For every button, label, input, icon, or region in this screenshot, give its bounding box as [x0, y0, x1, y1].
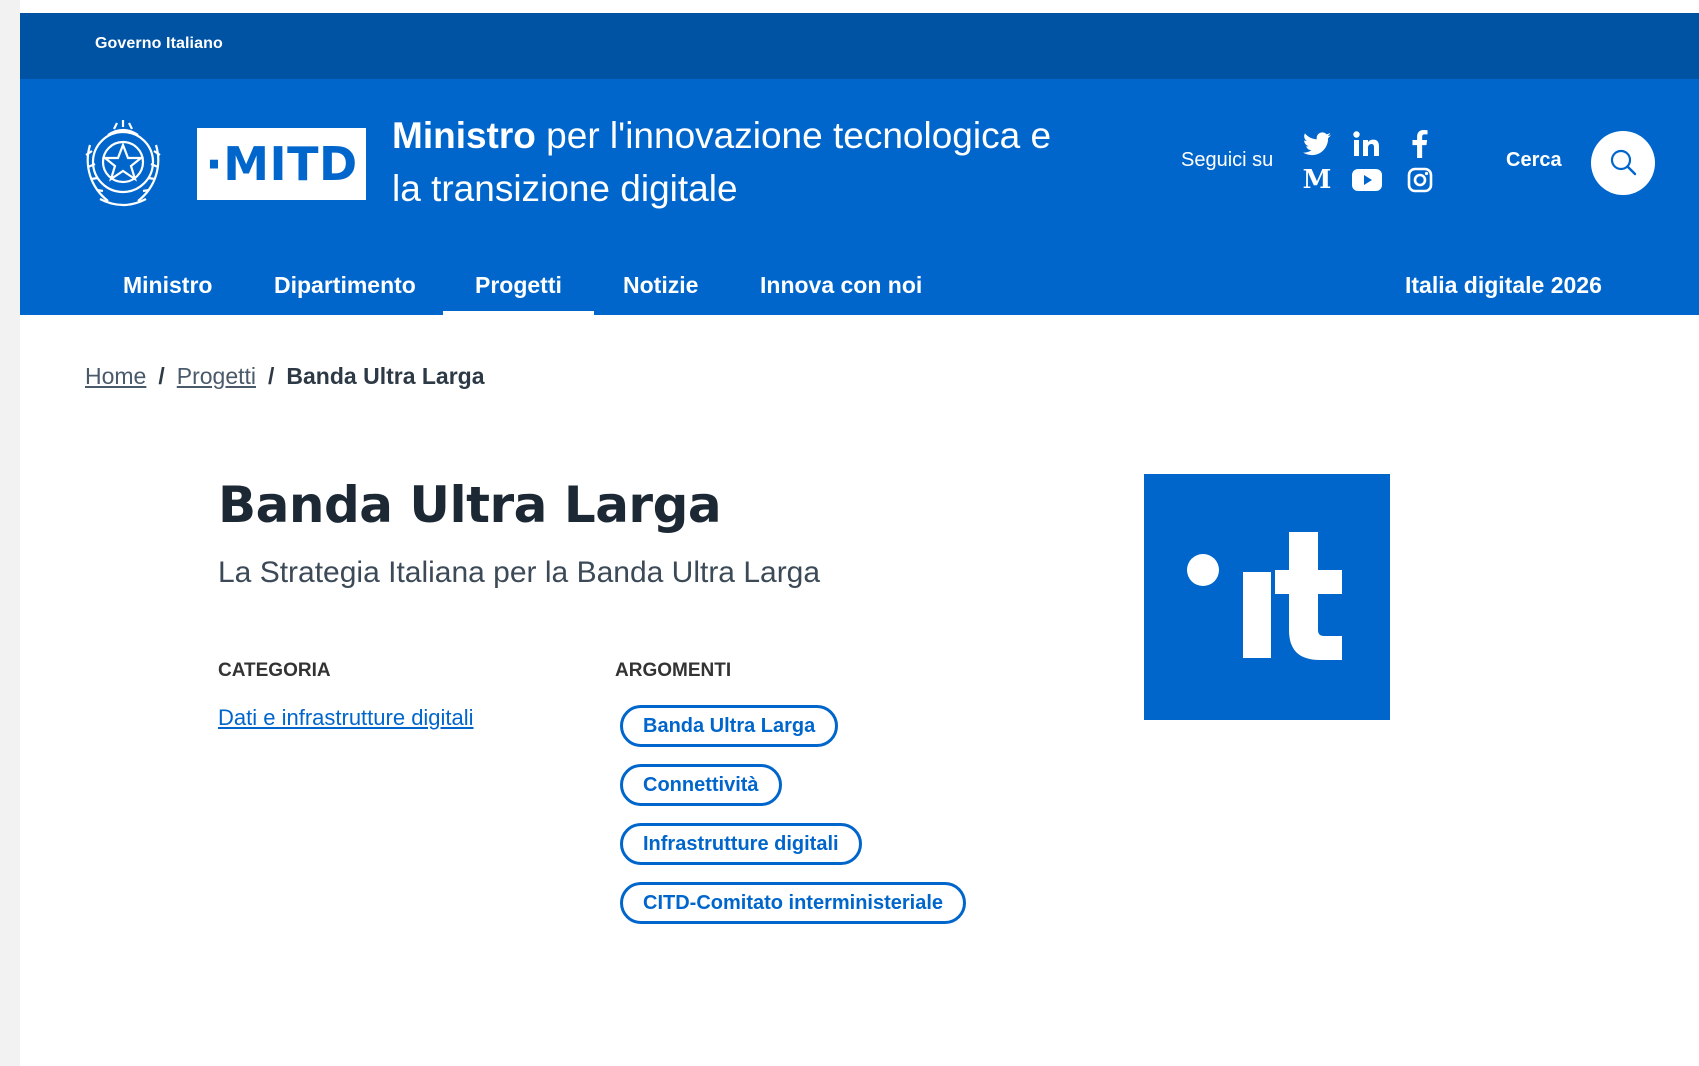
- governo-italiano-link[interactable]: Governo Italiano: [95, 35, 223, 53]
- government-bar: Governo Italiano: [20, 13, 1699, 79]
- page-title: Banda Ultra Larga: [218, 476, 722, 534]
- search-button[interactable]: [1591, 131, 1655, 195]
- page: Governo Italiano ·MITD Ministro per l'in…: [20, 0, 1699, 1066]
- page-subtitle: La Strategia Italiana per la Banda Ultra…: [218, 556, 821, 589]
- nav-item-progetti[interactable]: Progetti: [443, 255, 594, 315]
- twitter-icon[interactable]: [1300, 127, 1334, 161]
- facebook-icon[interactable]: [1403, 127, 1437, 161]
- nav-item-dipartimento[interactable]: Dipartimento: [274, 255, 416, 315]
- chip-connettivita[interactable]: Connettività: [620, 764, 782, 806]
- breadcrumb-progetti[interactable]: Progetti: [177, 363, 256, 389]
- breadcrumb-separator: /: [268, 363, 275, 389]
- chip-citd-comitato[interactable]: CITD-Comitato interministeriale: [620, 882, 967, 924]
- search-icon: [1609, 148, 1637, 179]
- instagram-icon[interactable]: [1403, 163, 1437, 197]
- medium-icon[interactable]: M: [1300, 163, 1334, 197]
- site-header: ·MITD Ministro per l'innovazione tecnolo…: [20, 79, 1699, 315]
- mitd-logo[interactable]: ·MITD: [197, 128, 366, 200]
- republic-emblem-icon: [78, 115, 168, 211]
- nav-item-innova-con-noi[interactable]: Innova con noi: [760, 255, 922, 315]
- linkedin-icon[interactable]: [1350, 127, 1384, 161]
- site-title-strong: Ministro: [392, 115, 536, 156]
- nav-item-notizie[interactable]: Notizie: [623, 255, 698, 315]
- youtube-icon[interactable]: [1350, 163, 1384, 197]
- main-nav: Ministro Dipartimento Progetti Notizie I…: [20, 255, 1699, 315]
- breadcrumb-separator: /: [158, 363, 165, 389]
- site-title[interactable]: Ministro per l'innovazione tecnologica e…: [392, 109, 1082, 215]
- breadcrumb-current: Banda Ultra Larga: [286, 363, 485, 389]
- nav-item-ministro[interactable]: Ministro: [123, 255, 212, 315]
- chip-banda-ultra-larga[interactable]: Banda Ultra Larga: [620, 705, 839, 747]
- arguments-label: ARGOMENTI: [615, 660, 732, 681]
- dot-it-logo-image: [1144, 474, 1390, 720]
- breadcrumb: Home / Progetti / Banda Ultra Larga: [85, 363, 485, 390]
- follow-label: Seguici su: [1181, 149, 1274, 171]
- category-label: CATEGORIA: [218, 660, 331, 681]
- category-link[interactable]: Dati e infrastrutture digitali: [218, 705, 474, 731]
- chip-infrastrutture-digitali[interactable]: Infrastrutture digitali: [620, 823, 862, 865]
- social-links: M: [1300, 127, 1470, 199]
- search-label[interactable]: Cerca: [1506, 149, 1562, 172]
- nav-item-italia-digitale-2026[interactable]: Italia digitale 2026: [1405, 255, 1602, 315]
- breadcrumb-home[interactable]: Home: [85, 363, 146, 389]
